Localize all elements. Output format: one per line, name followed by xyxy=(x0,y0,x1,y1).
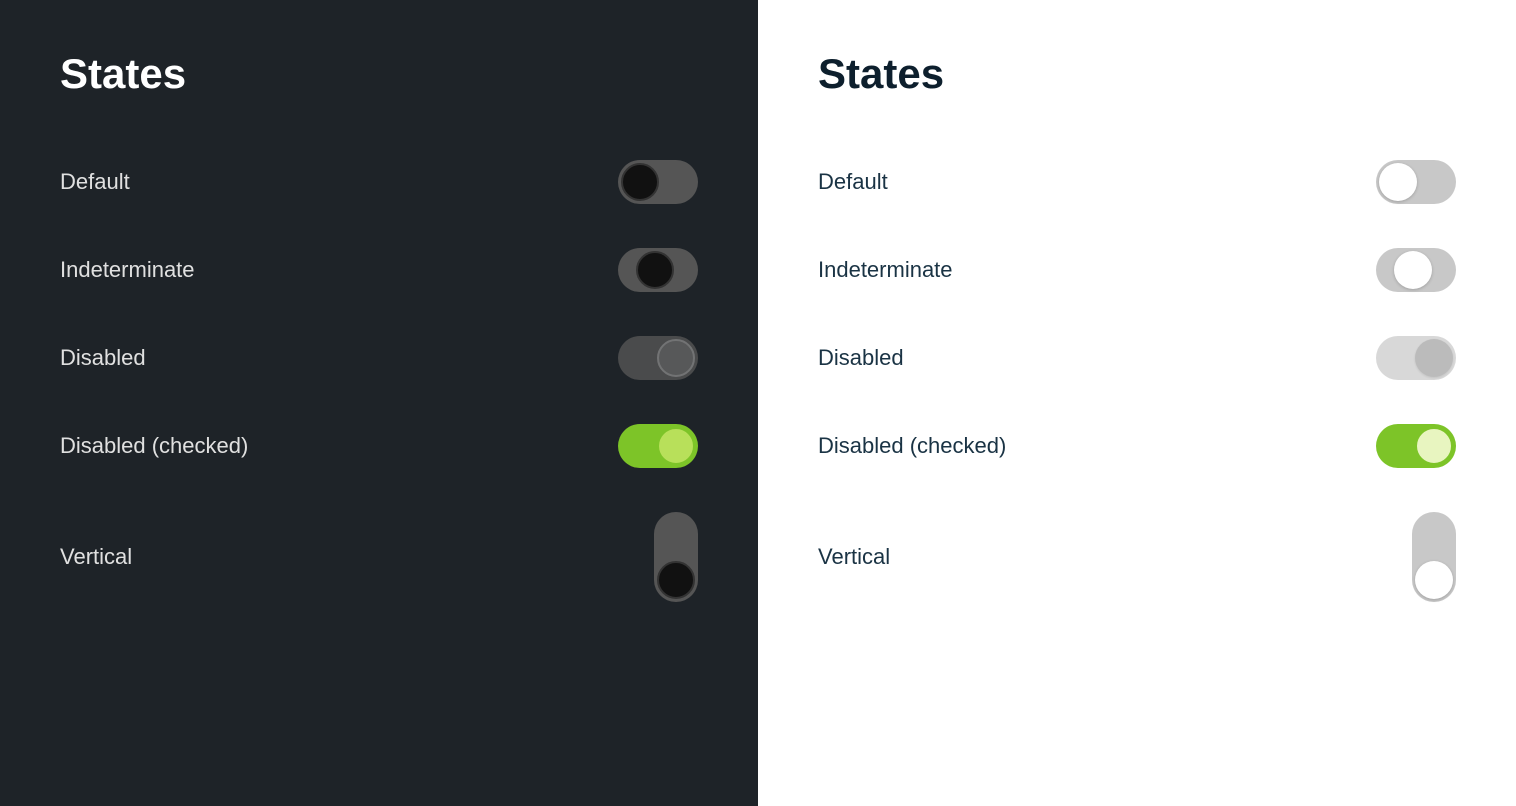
light-disabled-checked-knob xyxy=(1415,427,1453,465)
dark-default-knob xyxy=(621,163,659,201)
dark-vertical-label: Vertical xyxy=(60,544,132,570)
light-disabled-checked-track xyxy=(1376,424,1456,468)
dark-default-label: Default xyxy=(60,169,130,195)
light-panel-title: States xyxy=(818,50,1456,98)
dark-disabled-knob xyxy=(657,339,695,377)
dark-panel-title: States xyxy=(60,50,698,98)
dark-vertical-row: Vertical xyxy=(60,490,698,624)
light-default-knob xyxy=(1379,163,1417,201)
dark-disabled-toggle xyxy=(618,336,698,380)
dark-default-row: Default xyxy=(60,138,698,226)
light-disabled-label: Disabled xyxy=(818,345,904,371)
dark-indeterminate-toggle[interactable] xyxy=(618,248,698,292)
light-disabled-checked-row: Disabled (checked) xyxy=(818,402,1456,490)
light-disabled-track xyxy=(1376,336,1456,380)
dark-indeterminate-knob xyxy=(636,251,674,289)
light-vertical-toggle[interactable] xyxy=(1412,512,1456,602)
light-vertical-row: Vertical xyxy=(818,490,1456,624)
light-disabled-checked-toggle xyxy=(1376,424,1456,468)
light-indeterminate-label: Indeterminate xyxy=(818,257,953,283)
light-disabled-toggle xyxy=(1376,336,1456,380)
dark-disabled-checked-label: Disabled (checked) xyxy=(60,433,248,459)
light-indeterminate-toggle[interactable] xyxy=(1376,248,1456,292)
light-indeterminate-row: Indeterminate xyxy=(818,226,1456,314)
light-vertical-knob xyxy=(1415,561,1453,599)
light-default-row: Default xyxy=(818,138,1456,226)
dark-default-track[interactable] xyxy=(618,160,698,204)
light-default-toggle[interactable] xyxy=(1376,160,1456,204)
light-disabled-checked-label: Disabled (checked) xyxy=(818,433,1006,459)
dark-disabled-row: Disabled xyxy=(60,314,698,402)
dark-indeterminate-label: Indeterminate xyxy=(60,257,195,283)
dark-disabled-checked-knob xyxy=(657,427,695,465)
dark-disabled-track xyxy=(618,336,698,380)
dark-disabled-label: Disabled xyxy=(60,345,146,371)
light-vertical-track[interactable] xyxy=(1412,512,1456,602)
dark-disabled-checked-toggle xyxy=(618,424,698,468)
dark-panel: States Default Indeterminate Disabled Di… xyxy=(0,0,758,806)
dark-vertical-track[interactable] xyxy=(654,512,698,602)
light-default-label: Default xyxy=(818,169,888,195)
dark-disabled-checked-row: Disabled (checked) xyxy=(60,402,698,490)
dark-default-toggle[interactable] xyxy=(618,160,698,204)
light-panel: States Default Indeterminate Disabled Di… xyxy=(758,0,1516,806)
light-disabled-knob xyxy=(1415,339,1453,377)
dark-indeterminate-row: Indeterminate xyxy=(60,226,698,314)
light-vertical-label: Vertical xyxy=(818,544,890,570)
light-indeterminate-track[interactable] xyxy=(1376,248,1456,292)
light-indeterminate-knob xyxy=(1394,251,1432,289)
light-disabled-row: Disabled xyxy=(818,314,1456,402)
dark-vertical-toggle[interactable] xyxy=(654,512,698,602)
dark-disabled-checked-track xyxy=(618,424,698,468)
light-default-track[interactable] xyxy=(1376,160,1456,204)
dark-vertical-knob xyxy=(657,561,695,599)
dark-indeterminate-track[interactable] xyxy=(618,248,698,292)
